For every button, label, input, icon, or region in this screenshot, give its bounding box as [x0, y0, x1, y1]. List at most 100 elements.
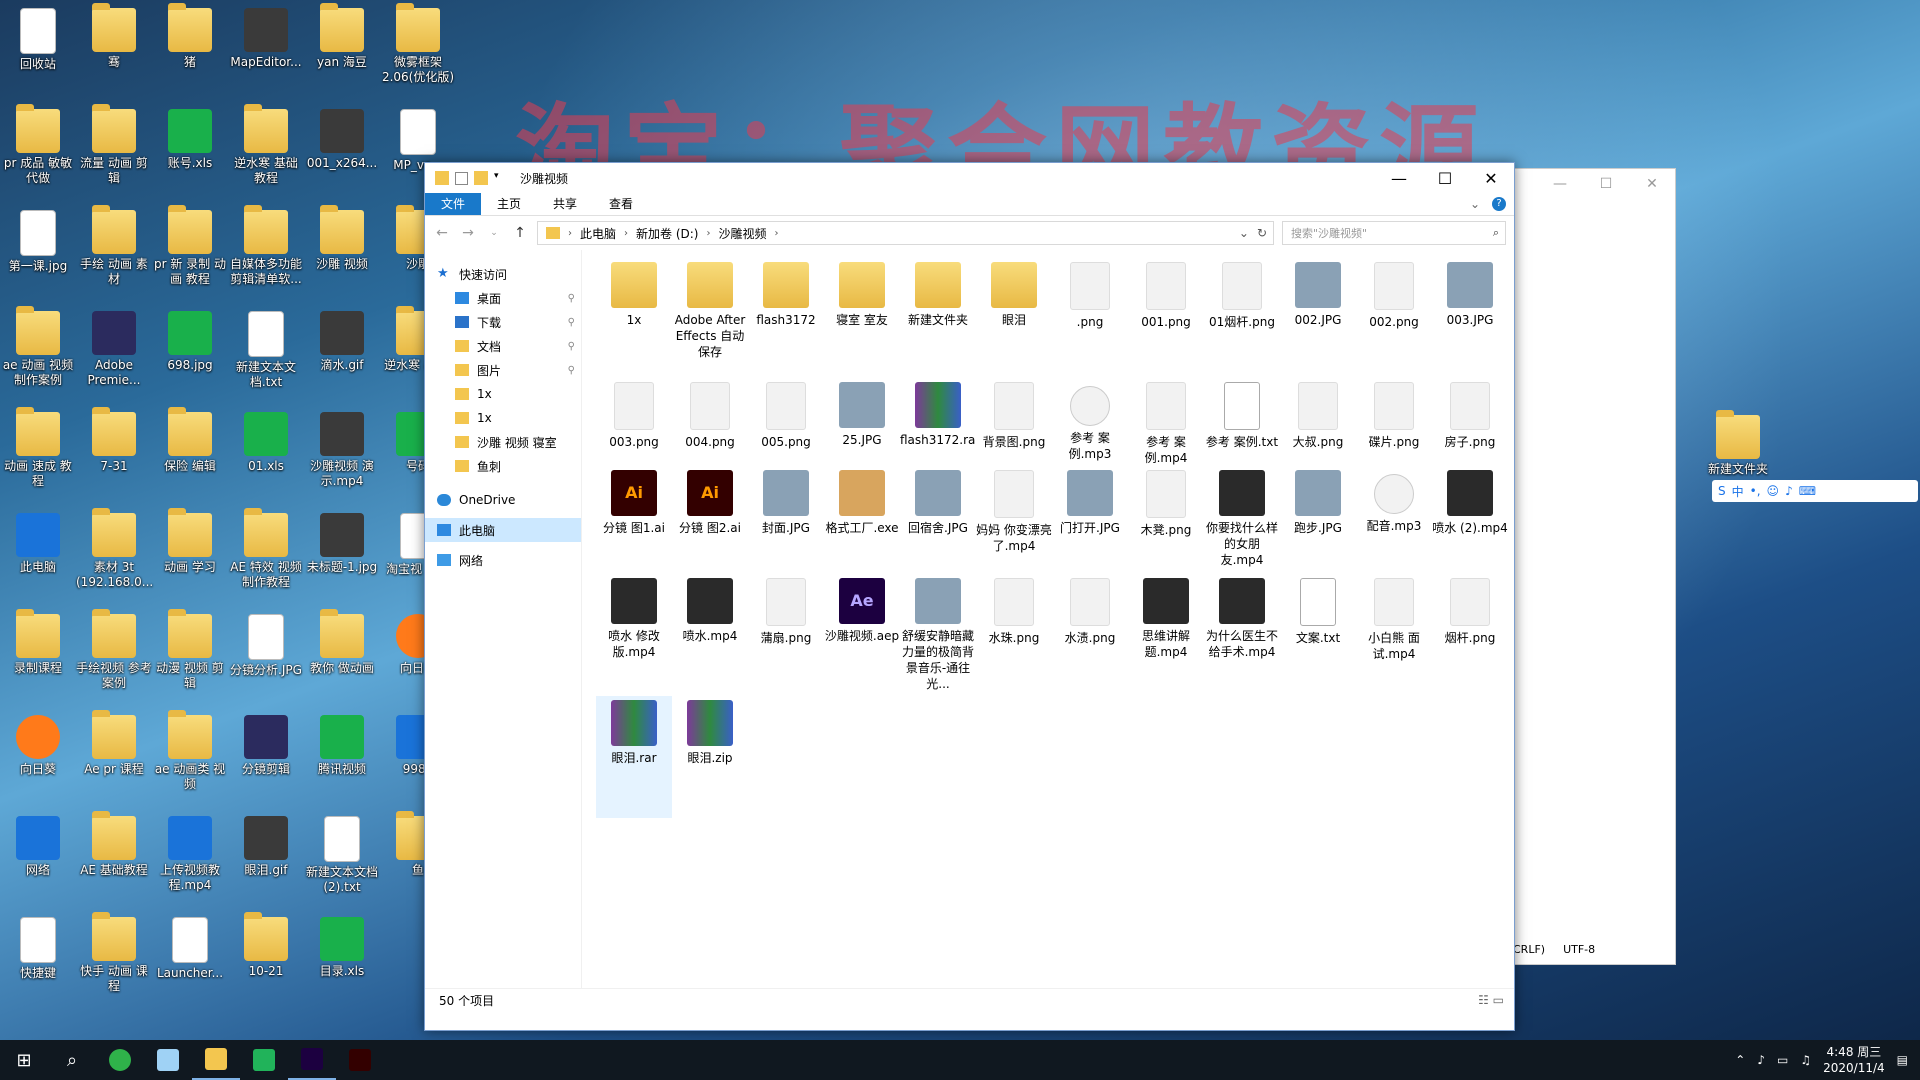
file-item[interactable]: 妈妈 你变漂亮了.mp4 — [976, 466, 1052, 574]
chevron-down-icon[interactable]: ▾ — [494, 171, 508, 185]
file-item[interactable]: 参考 案例.mp3 — [1052, 378, 1128, 466]
file-item[interactable]: Ae 沙雕视频.aep — [824, 574, 900, 696]
tab-share[interactable]: 共享 — [537, 193, 593, 215]
file-item[interactable]: 眼泪.zip — [672, 696, 748, 818]
breadcrumb-separator-icon[interactable]: › — [706, 228, 710, 239]
file-item[interactable]: 喷水.mp4 — [672, 574, 748, 696]
taskbar-illustrator[interactable] — [336, 1040, 384, 1080]
file-item[interactable]: 寝室 室友 — [824, 258, 900, 378]
file-item[interactable]: 跑步.JPG — [1280, 466, 1356, 574]
nav-item[interactable]: 1x — [425, 406, 581, 430]
file-item[interactable]: 003.JPG — [1432, 258, 1508, 378]
file-item[interactable]: 你要找什么样的女朋友.mp4 — [1204, 466, 1280, 574]
desktop-icon[interactable]: 沙雕视频 演示.mp4 — [304, 412, 380, 489]
desktop-icon[interactable]: 骞 — [76, 3, 152, 70]
file-item[interactable]: 小白熊 面试.mp4 — [1356, 574, 1432, 696]
mic-icon[interactable]: ♪ — [1757, 1053, 1765, 1067]
file-item[interactable]: flash3172.rar — [900, 378, 976, 466]
desktop-icon[interactable]: 回收站 — [0, 8, 76, 72]
file-item[interactable]: 喷水 (2).mp4 — [1432, 466, 1508, 574]
desktop-icon[interactable]: 手绘视频 参考 案例 — [76, 609, 152, 691]
file-item[interactable]: 01烟杆.png — [1204, 258, 1280, 378]
taskbar-explorer[interactable] — [192, 1040, 240, 1080]
desktop-icon[interactable]: 未标题-1.jpg — [304, 513, 380, 575]
close-icon[interactable]: ✕ — [1629, 169, 1675, 199]
desktop-icon[interactable]: 教你 做动画 — [304, 609, 380, 676]
file-item[interactable]: 烟杆.png — [1432, 574, 1508, 696]
desktop-icon[interactable]: 动画 速成 教程 — [0, 407, 76, 489]
file-item[interactable]: 新建文件夹 — [900, 258, 976, 378]
tab-home[interactable]: 主页 — [481, 193, 537, 215]
file-item[interactable]: 喷水 修改版.mp4 — [596, 574, 672, 696]
file-explorer-window[interactable]: ▾ 沙雕视频 — ☐ ✕ 文件 主页 共享 查看 ⌄ ? ← → ⌄ ↑ › 此… — [424, 162, 1515, 1031]
file-item[interactable]: 005.png — [748, 378, 824, 466]
ime-toolbar[interactable]: S 中 •, ☺ ♪ ⌨ — [1712, 480, 1918, 502]
properties-icon[interactable] — [455, 171, 468, 185]
start-button[interactable]: ⊞ — [0, 1040, 48, 1080]
desktop-icon[interactable]: 7-31 — [76, 407, 152, 474]
address-dropdown-icon[interactable]: ⌄ — [1239, 226, 1249, 240]
expand-ribbon-icon[interactable]: ⌄ — [1470, 197, 1480, 211]
desktop-icon[interactable]: 动画 学习 — [152, 508, 228, 575]
desktop-icon[interactable]: 网络 — [0, 816, 76, 878]
file-item[interactable]: 1x — [596, 258, 672, 378]
desktop-icon[interactable]: 分镜分析.JPG — [228, 614, 304, 678]
desktop-icon[interactable]: 上传视频教程.mp4 — [152, 816, 228, 893]
file-item[interactable]: 为什么医生不给手术.mp4 — [1204, 574, 1280, 696]
tab-file[interactable]: 文件 — [425, 193, 482, 215]
history-chevron-icon[interactable]: ⌄ — [485, 228, 503, 238]
nav-item[interactable]: OneDrive — [425, 488, 581, 512]
search-input[interactable]: 搜索"沙雕视频" ⌕ — [1282, 221, 1506, 245]
file-item[interactable]: 水珠.png — [976, 574, 1052, 696]
pin-icon[interactable]: ⚲ — [568, 341, 575, 352]
notification-icon[interactable]: ▤ — [1897, 1053, 1908, 1067]
breadcrumb-separator-icon[interactable]: › — [775, 228, 779, 239]
nav-item[interactable]: 1x — [425, 382, 581, 406]
nav-item[interactable]: 文档 ⚲ — [425, 334, 581, 358]
nav-item[interactable]: 鱼刺 — [425, 454, 581, 478]
desktop-icon[interactable]: 微雾框架 2.06(优化版) — [380, 3, 456, 85]
desktop-icon[interactable]: 逆水寒 基础 教程 — [228, 104, 304, 186]
desktop-icon[interactable]: 录制课程 — [0, 609, 76, 676]
view-toggle-icons[interactable]: ☷ ▭ — [1478, 993, 1504, 1007]
file-item[interactable]: 眼泪 — [976, 258, 1052, 378]
refresh-icon[interactable]: ↻ — [1257, 226, 1267, 240]
file-item[interactable]: 001.png — [1128, 258, 1204, 378]
tab-view[interactable]: 查看 — [593, 193, 649, 215]
breadcrumb-this-pc[interactable]: 此电脑 — [580, 225, 616, 242]
desktop-icon[interactable]: 快捷键 — [0, 917, 76, 981]
desktop-icon[interactable]: AE 特效 视频 制作教程 — [228, 508, 304, 590]
desktop-icon[interactable]: 动漫 视频 剪辑 — [152, 609, 228, 691]
maximize-icon[interactable]: ☐ — [1583, 169, 1629, 199]
up-icon[interactable]: ↑ — [511, 225, 529, 241]
close-button[interactable]: ✕ — [1468, 163, 1514, 193]
file-item[interactable]: Ai 分镜 图2.ai — [672, 466, 748, 574]
desktop-icon[interactable]: 滴水.gif — [304, 311, 380, 373]
desktop-icon[interactable]: ae 动画类 视频 — [152, 710, 228, 792]
maximize-button[interactable]: ☐ — [1422, 163, 1468, 193]
desktop-icon[interactable]: 向日葵 — [0, 715, 76, 777]
taskbar-video[interactable] — [240, 1040, 288, 1080]
file-item[interactable]: 大叔.png — [1280, 378, 1356, 466]
file-item[interactable]: 思维讲解题.mp4 — [1128, 574, 1204, 696]
desktop-icon[interactable]: 快手 动画 课程 — [76, 912, 152, 994]
desktop-icon[interactable]: 001_x264... — [304, 109, 380, 171]
desktop-icon[interactable]: pr 成品 敏敏代做 — [0, 104, 76, 186]
file-item[interactable]: 003.png — [596, 378, 672, 466]
file-item[interactable]: 25.JPG — [824, 378, 900, 466]
file-item[interactable]: 回宿舍.JPG — [900, 466, 976, 574]
network-icon[interactable]: ▭ — [1777, 1053, 1788, 1067]
desktop-icon[interactable]: 698.jpg — [152, 311, 228, 373]
file-item[interactable]: 002.png — [1356, 258, 1432, 378]
desktop-icon[interactable]: 账号.xls — [152, 109, 228, 171]
show-hidden-icons[interactable]: ⌃ — [1735, 1053, 1745, 1067]
minimize-button[interactable]: — — [1376, 163, 1422, 193]
file-item[interactable]: flash3172 — [748, 258, 824, 378]
breadcrumb-folder[interactable]: 沙雕视频 — [718, 225, 766, 242]
file-item[interactable]: Adobe After Effects 自动保存 — [672, 258, 748, 378]
breadcrumb-drive[interactable]: 新加卷 (D:) — [636, 225, 698, 242]
forward-icon[interactable]: → — [459, 225, 477, 241]
pin-icon[interactable]: ⚲ — [568, 293, 575, 304]
pin-icon[interactable]: ⚲ — [568, 317, 575, 328]
nav-item[interactable]: 网络 — [425, 548, 581, 572]
